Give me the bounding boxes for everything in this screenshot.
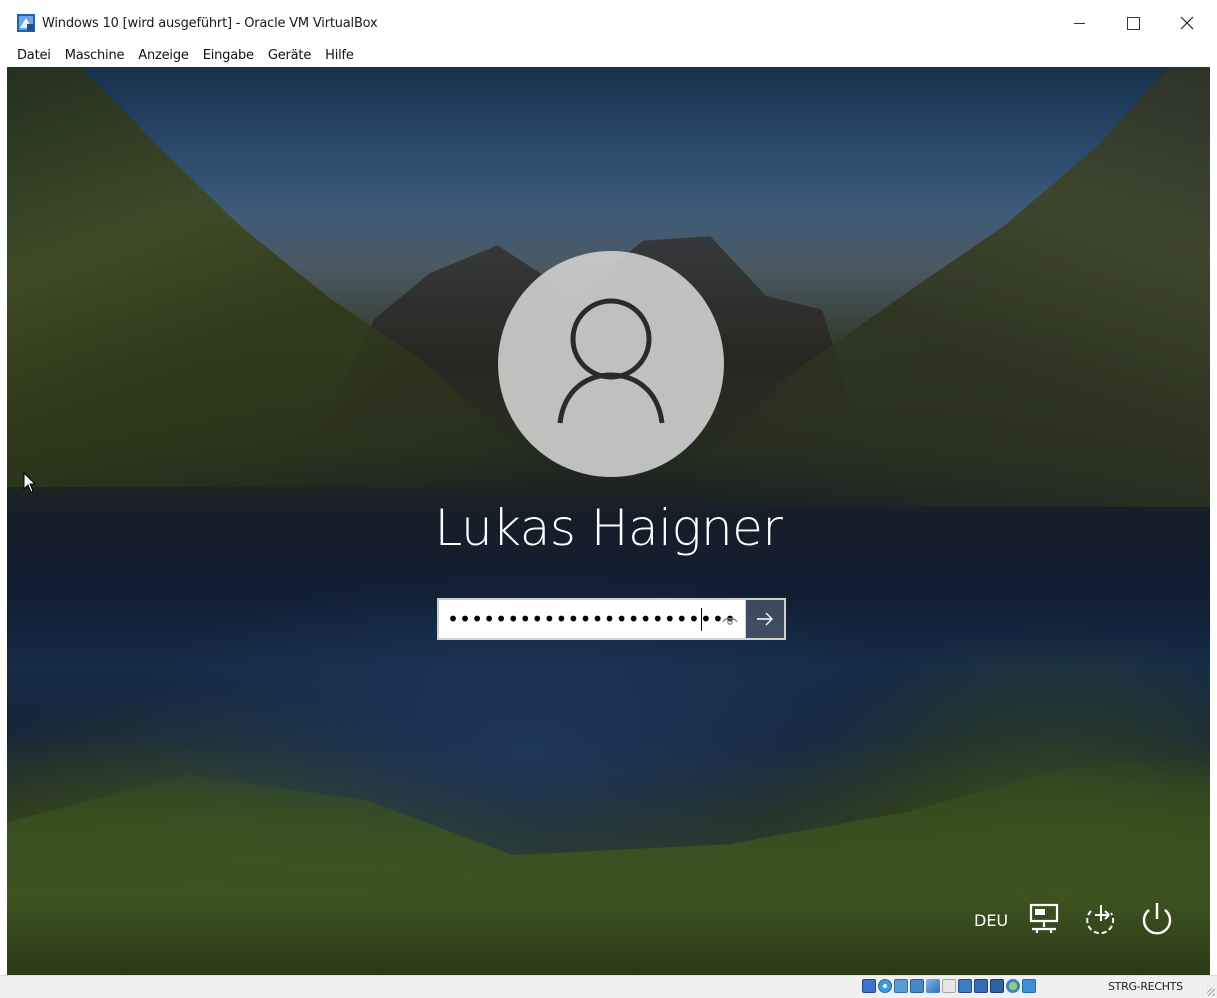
arrow-right-icon: [757, 612, 773, 626]
password-input[interactable]: ••••••••••••••••••••••••: [437, 598, 745, 640]
video-capture-icon[interactable]: [974, 979, 988, 993]
password-box: ••••••••••••••••••••••••: [437, 598, 786, 640]
ease-of-access-icon[interactable]: [1081, 899, 1121, 939]
mouse-integration-icon[interactable]: [1006, 979, 1020, 993]
menu-geraete[interactable]: Geräte: [263, 48, 316, 63]
optical-drive-icon[interactable]: [878, 979, 892, 993]
title-bar: Windows 10 [wird ausgeführt] - Oracle VM…: [0, 0, 1217, 45]
audio-icon[interactable]: [894, 979, 908, 993]
usb-icon[interactable]: [926, 979, 940, 993]
menu-maschine[interactable]: Maschine: [60, 48, 130, 63]
network-icon[interactable]: [1026, 899, 1066, 939]
menu-hilfe[interactable]: Hilfe: [320, 48, 359, 63]
virtualbox-app-icon: [17, 14, 35, 32]
language-indicator[interactable]: DEU: [974, 911, 1008, 930]
close-button[interactable]: [1162, 4, 1212, 42]
window-title: Windows 10 [wird ausgeführt] - Oracle VM…: [42, 16, 378, 31]
network-adapters-icon[interactable]: [910, 979, 924, 993]
cpu-icon[interactable]: [990, 979, 1004, 993]
display-icon[interactable]: [958, 979, 972, 993]
user-avatar: [498, 251, 724, 477]
password-mask-text: ••••••••••••••••••••••••: [447, 607, 736, 631]
menu-bar: Datei Maschine Anzeige Eingabe Geräte Hi…: [0, 44, 1217, 67]
menu-anzeige[interactable]: Anzeige: [133, 48, 193, 63]
resize-grip[interactable]: [1207, 988, 1215, 996]
hard-disk-icon[interactable]: [862, 979, 876, 993]
mouse-pointer-icon: [23, 472, 37, 493]
username-label: Lukas Haigner: [434, 499, 783, 557]
maximize-icon: [1126, 16, 1140, 30]
minimize-icon: [1073, 22, 1085, 24]
status-bar-icons: [862, 979, 1036, 993]
shared-folders-icon[interactable]: [942, 979, 956, 993]
submit-button[interactable]: [745, 598, 786, 640]
vm-screen[interactable]: Lukas Haigner •••••••••••••••••••••••• D…: [7, 67, 1210, 975]
host-key-label: STRG-RECHTS: [1108, 980, 1183, 993]
status-bar: STRG-RECHTS: [0, 975, 1217, 998]
host-key-icon[interactable]: [1022, 979, 1036, 993]
power-icon[interactable]: [1137, 899, 1177, 939]
maximize-button[interactable]: [1108, 4, 1158, 42]
user-avatar-icon: [557, 298, 665, 424]
eye-icon[interactable]: [721, 611, 739, 629]
text-caret: [701, 608, 702, 631]
menu-datei[interactable]: Datei: [12, 48, 56, 63]
menu-eingabe[interactable]: Eingabe: [198, 48, 259, 63]
close-icon: [1180, 16, 1194, 30]
minimize-button[interactable]: [1054, 4, 1104, 42]
